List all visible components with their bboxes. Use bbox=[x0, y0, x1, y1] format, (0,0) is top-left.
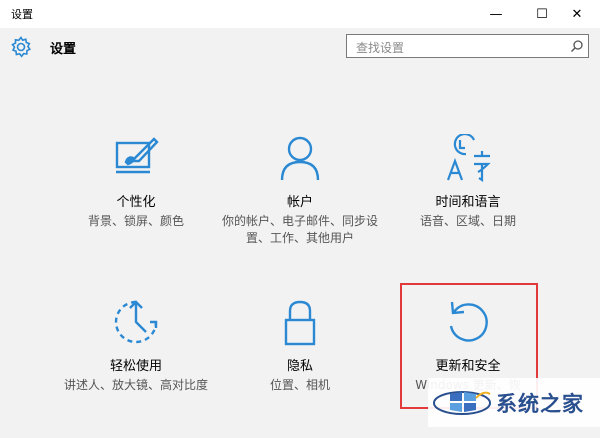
tile-ease-of-access-name: 轻松使用 bbox=[109, 359, 162, 374]
title-bar: 设置 — ☐ ✕ bbox=[0, 0, 600, 28]
watermark: 系统之家 bbox=[428, 378, 600, 427]
personalization-icon bbox=[115, 137, 159, 174]
minimize-button[interactable]: — bbox=[473, 0, 519, 28]
tile-personalization-name: 个性化 bbox=[116, 195, 156, 210]
tile-accounts[interactable]: 帐户 你的帐户、电子邮件、同步设置、工作、其他用户 bbox=[212, 134, 388, 274]
tile-personalization[interactable]: 个性化 背景、锁屏、颜色 bbox=[48, 134, 224, 274]
window-title: 设置 bbox=[11, 8, 33, 21]
lock-icon bbox=[284, 300, 316, 346]
tile-privacy-name: 隐私 bbox=[286, 359, 313, 374]
tile-accounts-desc: 你的帐户、电子邮件、同步设置、工作、其他用户 bbox=[222, 214, 379, 245]
tile-privacy[interactable]: 隐私 位置、相机 bbox=[212, 298, 388, 438]
account-icon bbox=[280, 136, 320, 181]
close-button[interactable]: ✕ bbox=[554, 0, 600, 28]
tile-time-language-desc: 语音、区域、日期 bbox=[419, 214, 516, 228]
search-placeholder: 查找设置 bbox=[356, 41, 405, 55]
time-language-icon bbox=[446, 134, 491, 182]
tile-time-language[interactable]: 时间和语言 语音、区域、日期 bbox=[380, 134, 556, 274]
watermark-logo-icon bbox=[433, 391, 491, 415]
gear-icon bbox=[11, 36, 31, 58]
ease-of-access-icon bbox=[114, 300, 158, 344]
search-input[interactable]: 查找设置 bbox=[346, 34, 589, 58]
watermark-text: 系统之家 bbox=[496, 392, 584, 416]
tile-personalization-desc: 背景、锁屏、颜色 bbox=[87, 214, 184, 228]
tile-privacy-desc: 位置、相机 bbox=[269, 378, 330, 392]
search-icon[interactable] bbox=[570, 39, 584, 53]
tile-ease-of-access[interactable]: 轻松使用 讲述人、放大镜、高对比度 bbox=[48, 298, 224, 438]
tile-time-language-name: 时间和语言 bbox=[435, 195, 501, 210]
tile-accounts-name: 帐户 bbox=[286, 195, 313, 210]
page-title: 设置 bbox=[50, 42, 77, 57]
tile-ease-of-access-desc: 讲述人、放大镜、高对比度 bbox=[63, 378, 208, 392]
